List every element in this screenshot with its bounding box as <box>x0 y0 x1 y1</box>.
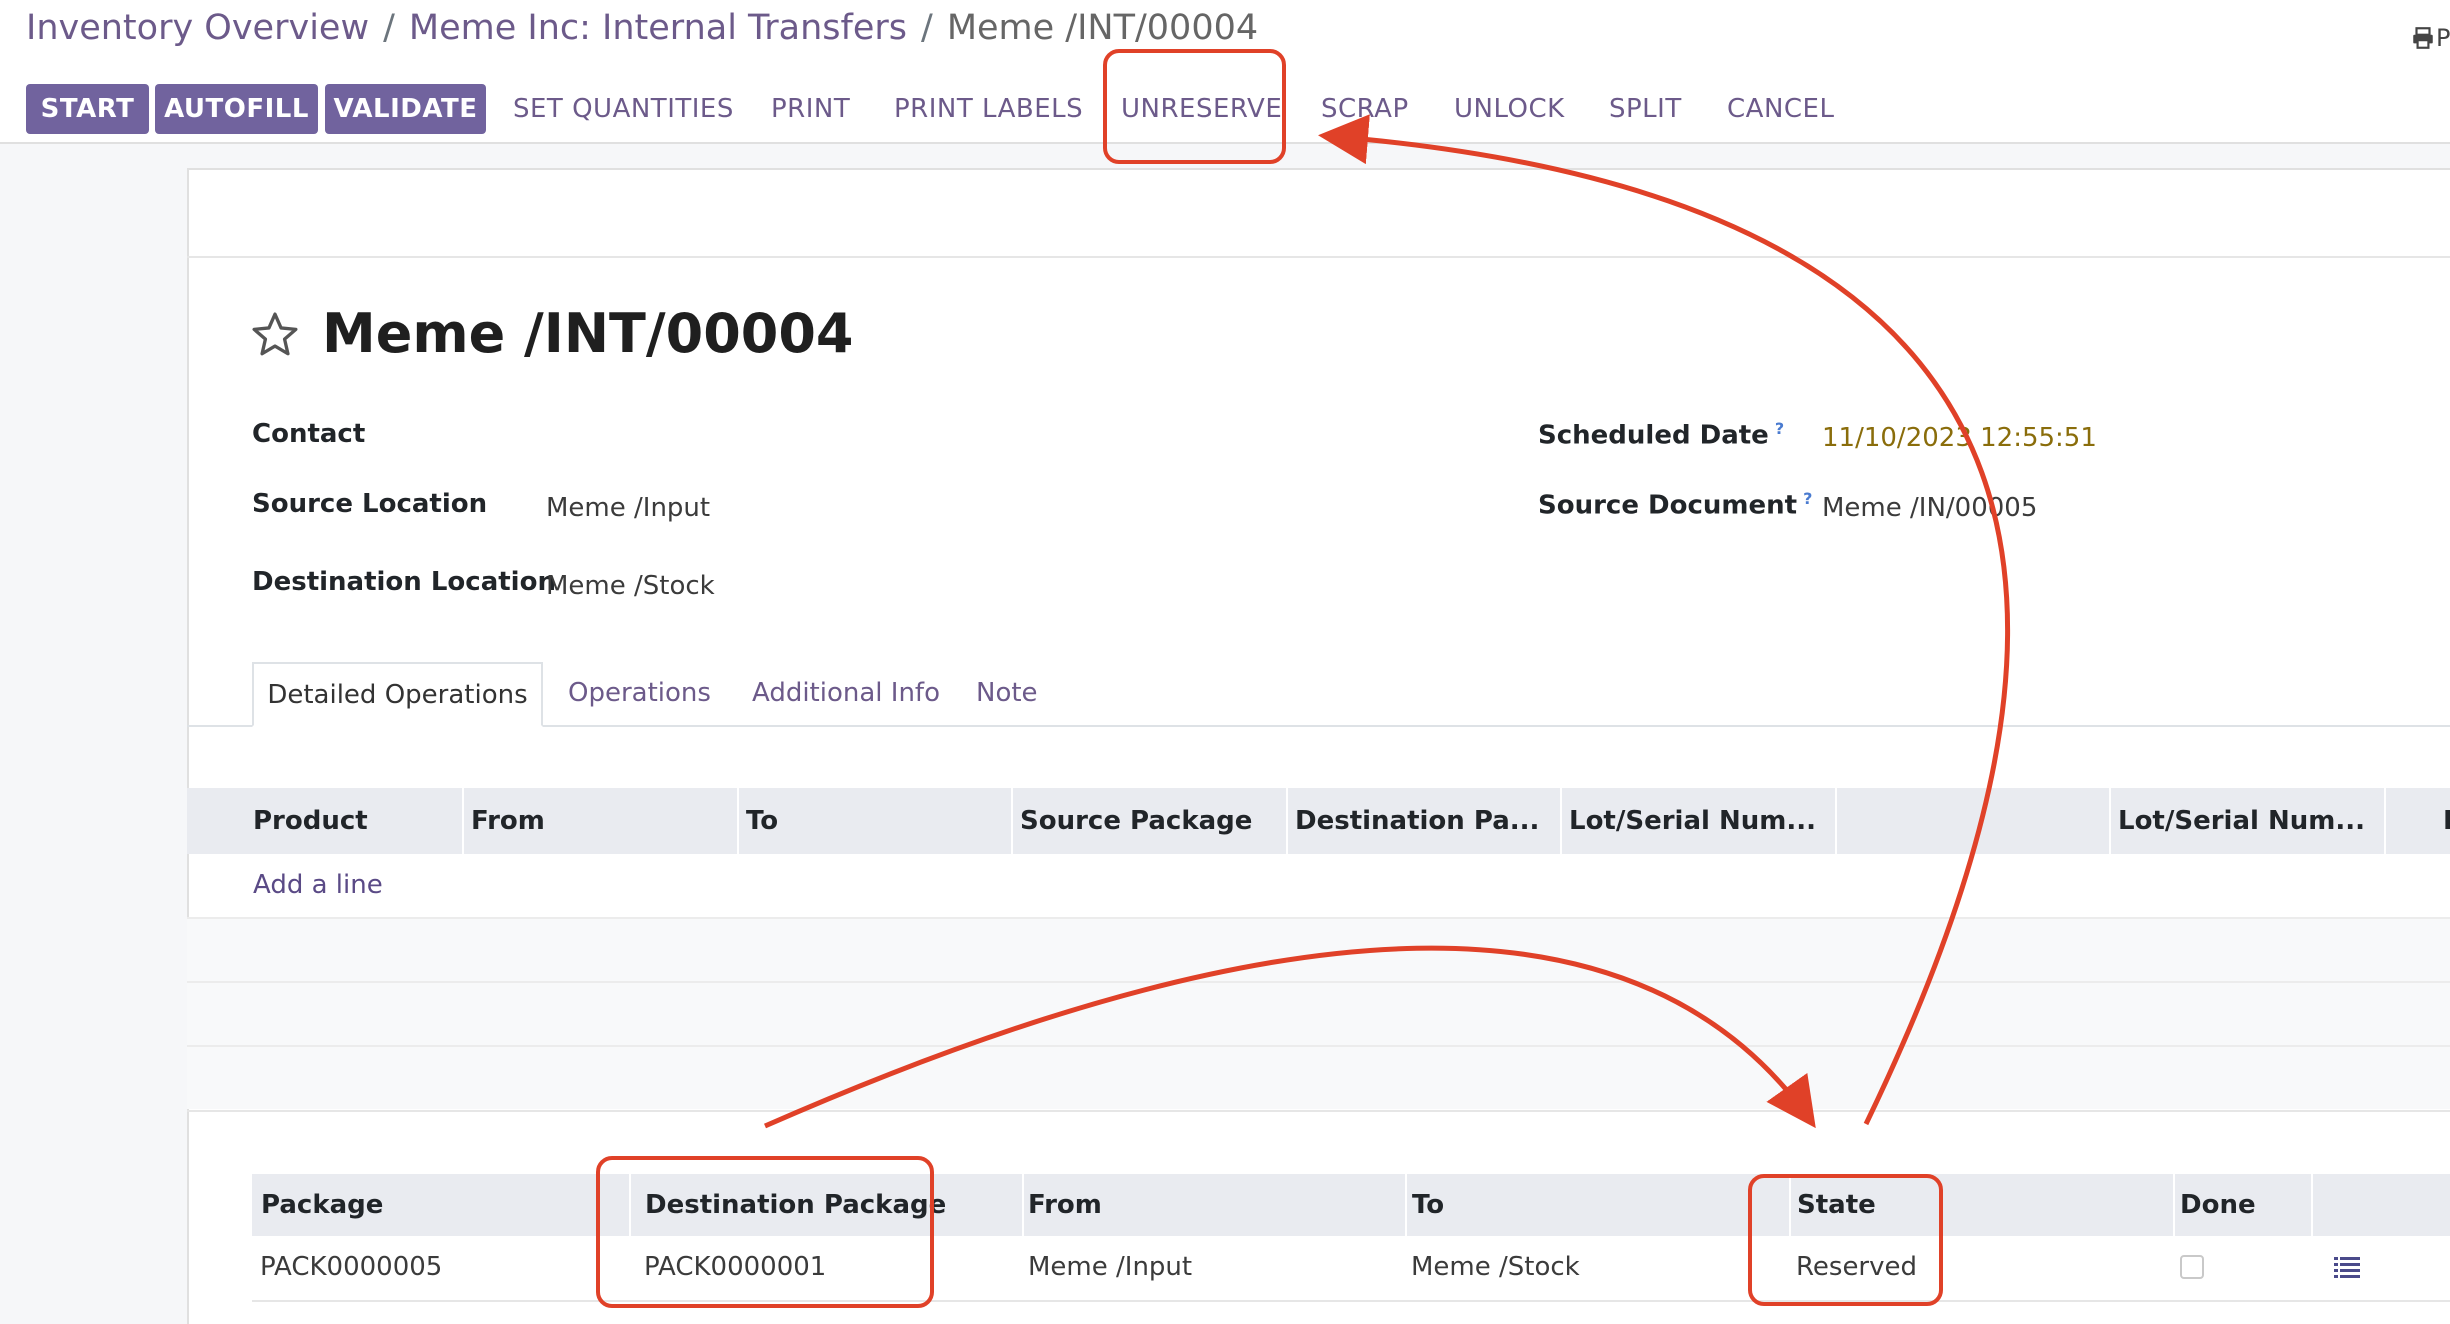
unlock-button[interactable]: UNLOCK <box>1454 84 1565 134</box>
source-document-label-text: Source Document <box>1538 490 1798 521</box>
column-destination-package[interactable]: Destination Pa... <box>1295 788 1539 854</box>
print-label-cut: P <box>2436 24 2450 52</box>
empty-row <box>187 919 2450 981</box>
set-quantities-button[interactable]: SET QUANTITIES <box>513 84 734 134</box>
to-cell[interactable]: Meme /Stock <box>1411 1252 1580 1282</box>
column-to[interactable]: To <box>746 788 778 854</box>
column-source-package[interactable]: Source Package <box>1020 788 1252 854</box>
tab-note[interactable]: Note <box>976 662 1038 724</box>
print-action-button[interactable]: PRINT <box>771 84 850 134</box>
column-lot-serial-number[interactable]: Lot/Serial Num... <box>1569 788 1816 854</box>
column-lot-serial-number-2[interactable]: Lot/Serial Num... <box>2118 788 2365 854</box>
start-button[interactable]: START <box>26 84 149 134</box>
destination-location-field[interactable]: Meme /Stock <box>546 571 715 601</box>
scheduled-date-label-text: Scheduled Date <box>1538 420 1769 451</box>
column-divider <box>1835 788 1837 854</box>
column-divider <box>1022 1174 1024 1236</box>
scheduled-date-label: Scheduled Date? <box>1538 419 1784 451</box>
column-package-to[interactable]: To <box>1412 1174 1444 1236</box>
destination-location-label: Destination Location <box>252 567 556 597</box>
package-table-header <box>252 1174 2450 1236</box>
done-checkbox[interactable] <box>2180 1255 2204 1279</box>
column-divider <box>2311 1174 2313 1236</box>
empty-row <box>187 1047 2450 1109</box>
list-detail-icon[interactable] <box>2332 1254 2362 1280</box>
divider <box>187 256 2450 258</box>
source-document-field[interactable]: Meme /IN/00005 <box>1822 493 2037 523</box>
column-divider <box>2109 788 2111 854</box>
breadcrumb-current: Meme /INT/00004 <box>946 8 1259 48</box>
help-icon[interactable]: ? <box>1803 489 1812 508</box>
section-divider <box>187 1110 2450 1112</box>
column-divider <box>737 788 739 854</box>
breadcrumb: Inventory Overview / Meme Inc: Internal Tr… <box>26 8 1258 48</box>
column-from[interactable]: From <box>471 788 545 854</box>
tab-detailed-operations[interactable]: Detailed Operations <box>252 662 543 727</box>
contact-field[interactable] <box>546 419 1146 453</box>
column-divider <box>1286 788 1288 854</box>
scheduled-date-field[interactable]: 11/10/2023 12:55:51 <box>1822 423 2097 453</box>
destination-package-highlight-box <box>596 1156 934 1308</box>
tab-operations[interactable]: Operations <box>568 662 711 724</box>
contact-label: Contact <box>252 419 366 449</box>
split-button[interactable]: SPLIT <box>1609 84 1682 134</box>
column-divider <box>1405 1174 1407 1236</box>
column-package-from[interactable]: From <box>1028 1174 1102 1236</box>
breadcrumb-inventory-overview[interactable]: Inventory Overview <box>26 8 369 48</box>
source-document-label: Source Document? <box>1538 489 1812 521</box>
column-product[interactable]: Product <box>253 788 368 854</box>
cancel-button[interactable]: CANCEL <box>1727 84 1834 134</box>
print-button[interactable]: P <box>2410 20 2450 52</box>
source-location-label: Source Location <box>252 489 488 519</box>
print-labels-button[interactable]: PRINT LABELS <box>894 84 1083 134</box>
breadcrumb-separator: / <box>383 8 395 48</box>
breadcrumb-internal-transfers[interactable]: Meme Inc: Internal Transfers <box>409 8 907 48</box>
column-package[interactable]: Package <box>261 1174 383 1236</box>
unreserve-highlight-box <box>1103 49 1286 164</box>
help-icon[interactable]: ? <box>1775 419 1784 438</box>
row-divider <box>252 1300 2450 1302</box>
autofill-button[interactable]: AUTOFILL <box>155 84 318 134</box>
column-divider <box>1560 788 1562 854</box>
empty-row <box>187 983 2450 1045</box>
star-icon[interactable] <box>250 310 300 360</box>
column-divider <box>462 788 464 854</box>
column-divider <box>2384 788 2386 854</box>
column-done[interactable]: Done <box>2180 1174 2256 1236</box>
print-icon <box>2413 27 2433 49</box>
add-line-link[interactable]: Add a line <box>253 870 383 900</box>
from-cell[interactable]: Meme /Input <box>1028 1252 1192 1282</box>
scrap-button[interactable]: SCRAP <box>1321 84 1409 134</box>
column-divider <box>2173 1174 2175 1236</box>
column-divider <box>1011 788 1013 854</box>
state-highlight-box <box>1748 1174 1943 1306</box>
source-location-field[interactable]: Meme /Input <box>546 493 710 523</box>
column-cut: F <box>2443 788 2450 854</box>
record-title: Meme /INT/00004 <box>322 302 854 365</box>
tab-additional-info[interactable]: Additional Info <box>752 662 940 724</box>
breadcrumb-separator: / <box>921 8 933 48</box>
validate-button[interactable]: VALIDATE <box>325 84 486 134</box>
package-cell[interactable]: PACK0000005 <box>260 1252 442 1282</box>
